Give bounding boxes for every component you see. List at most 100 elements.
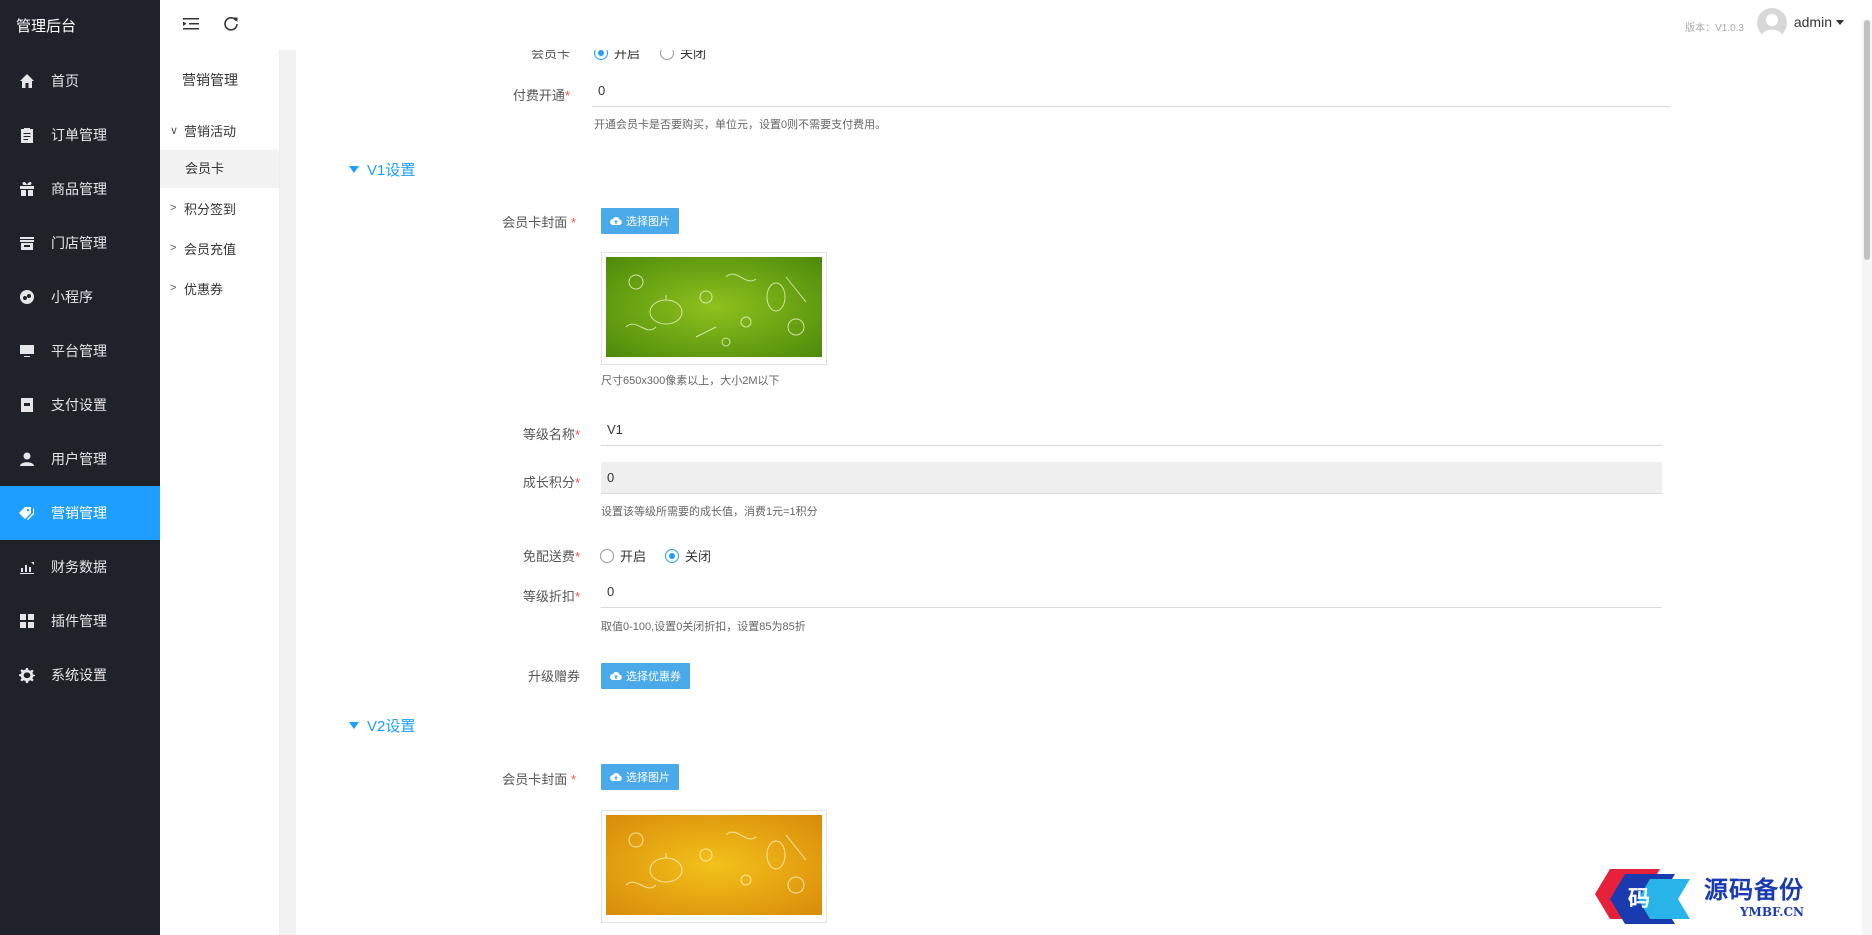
v1-choose-image-button[interactable]: 选择图片 [601, 208, 679, 234]
v1-free-delivery-on-radio[interactable]: 开启 [600, 546, 646, 565]
chevron-down-icon: ∨ [170, 124, 179, 137]
content-gutter [280, 50, 296, 935]
sidebar-item-products[interactable]: 商品管理 [0, 162, 160, 216]
sidebar-item-users[interactable]: 用户管理 [0, 432, 160, 486]
clipboard-icon [18, 126, 36, 144]
sidebar-item-label: 门店管理 [51, 235, 107, 251]
v1-cover-hint: 尺寸650x300像素以上，大小2M以下 [601, 375, 780, 387]
required-mark: * [574, 427, 580, 442]
gear-icon [18, 666, 36, 684]
sidebar-item-label: 系统设置 [51, 667, 107, 683]
label-text: 付费开通 [512, 88, 565, 103]
home-icon [18, 72, 36, 90]
secondary-sidebar: 营销管理 ∨ 营销活动 会员卡 > 积分签到 > 会员充值 > 优惠券 [160, 50, 280, 935]
subnav-item-label: 积分签到 [184, 201, 237, 217]
store-icon [18, 234, 36, 252]
sidebar-item-payment[interactable]: 支付设置 [0, 378, 160, 432]
app-brand: 管理后台 [16, 18, 77, 35]
v1-free-delivery-off-radio[interactable]: 关闭 [665, 546, 711, 565]
v1-discount-hint: 取值0-100,设置0关闭折扣，设置85为85折 [601, 621, 806, 633]
cloud-upload-icon [610, 671, 622, 681]
miniapp-icon [18, 288, 36, 306]
sidebar-item-marketing[interactable]: 营销管理 [0, 486, 160, 540]
radio-label: 开启 [620, 549, 647, 564]
label-text: 等级折扣 [522, 589, 575, 604]
vegetable-cover-orange [606, 815, 822, 915]
sidebar-item-finance[interactable]: 财务数据 [0, 540, 160, 594]
sidebar-item-label: 首页 [51, 73, 79, 89]
v1-upgrade-coupon-label: 升级赠券 [527, 669, 580, 684]
scrollbar-thumb[interactable] [1864, 20, 1870, 260]
subnav-item-coupons[interactable]: > 优惠券 [160, 268, 279, 308]
sidebar-item-platform[interactable]: 平台管理 [0, 324, 160, 378]
paid-open-hint: 开通会员卡是否要购买，单位元，设置0则不需要支付费用。 [594, 119, 887, 131]
sidebar-item-miniapp[interactable]: 小程序 [0, 270, 160, 324]
gift-icon [18, 180, 36, 198]
subnav-item-campaigns[interactable]: ∨ 营销活动 [160, 110, 279, 150]
page-scrollbar[interactable] [1862, 20, 1872, 935]
subnav-item-label: 优惠券 [184, 281, 224, 297]
button-label: 选择优惠券 [626, 671, 681, 683]
collapse-menu-icon[interactable] [180, 13, 202, 35]
sidebar-item-plugins[interactable]: 插件管理 [0, 594, 160, 648]
sidebar-item-label: 用户管理 [51, 451, 107, 467]
label-text: 等级名称 [522, 427, 575, 442]
user-icon [18, 450, 36, 468]
sidebar-item-label: 平台管理 [51, 343, 107, 359]
caret-down-icon [349, 722, 359, 729]
caret-down-icon [349, 166, 359, 173]
top-header: 版本：V1.0.3 admin [160, 0, 1872, 50]
required-mark: * [570, 215, 576, 230]
main-sidebar: 管理后台 首页 订单管理 商品管理 门店管理 小程序 平台管理 支付设置 用户管… [0, 0, 160, 935]
member-card-on-radio[interactable]: 开启 [594, 50, 640, 62]
chevron-right-icon: > [170, 202, 177, 214]
v2-choose-image-button[interactable]: 选择图片 [601, 764, 679, 790]
vegetable-cover-green [606, 257, 822, 357]
sidebar-item-orders[interactable]: 订单管理 [0, 108, 160, 162]
v2-cover-label: 会员卡封面 * [486, 769, 576, 788]
refresh-icon[interactable] [220, 13, 242, 35]
monitor-icon [18, 342, 36, 360]
subnav-item-member-recharge[interactable]: > 会员充值 [160, 228, 279, 268]
subnav-title: 营销管理 [182, 72, 238, 88]
required-mark: * [574, 589, 580, 604]
username[interactable]: admin [1794, 14, 1832, 30]
member-card-off-radio[interactable]: 关闭 [660, 50, 706, 62]
sidebar-item-settings[interactable]: 系统设置 [0, 648, 160, 702]
v1-free-delivery-label: 免配送费* [496, 546, 580, 565]
chevron-down-icon[interactable] [1836, 20, 1844, 25]
sidebar-item-label: 商品管理 [51, 181, 107, 197]
watermark-text: 源码备份 YMBF.CN [1704, 870, 1804, 919]
plugin-icon [18, 612, 36, 630]
paid-open-input[interactable]: 0 [592, 75, 1670, 107]
section-title-text: V1设置 [367, 162, 416, 179]
watermark-glyph: 码 [1628, 886, 1650, 912]
v1-section-title[interactable]: V1设置 [349, 159, 415, 180]
v1-cover-image [601, 252, 827, 365]
bar-chart-icon [18, 558, 36, 576]
subnav-item-member-card[interactable]: 会员卡 [160, 150, 279, 188]
v1-growth-label: 成长积分* [496, 472, 580, 491]
sidebar-item-home[interactable]: 首页 [0, 54, 160, 108]
v1-level-name-label: 等级名称* [496, 424, 580, 443]
v1-growth-input[interactable]: 0 [601, 462, 1662, 494]
sidebar-item-label: 订单管理 [51, 127, 107, 143]
paid-open-label: 付费开通* [496, 85, 570, 104]
watermark-logo: 码 [1595, 869, 1690, 924]
chevron-right-icon: > [170, 282, 177, 294]
sidebar-item-stores[interactable]: 门店管理 [0, 216, 160, 270]
avatar[interactable] [1757, 8, 1787, 38]
v1-discount-input[interactable]: 0 [601, 576, 1662, 608]
version-label: 版本：V1.0.3 [1685, 23, 1744, 34]
required-mark: * [574, 549, 580, 564]
v1-growth-hint: 设置该等级所需要的成长值，消费1元=1积分 [601, 506, 818, 518]
v1-choose-coupon-button[interactable]: 选择优惠券 [601, 663, 690, 689]
v1-discount-label: 等级折扣* [496, 586, 580, 605]
v2-cover-image [601, 810, 827, 923]
v1-level-name-input[interactable]: V1 [601, 414, 1662, 446]
tag-icon [18, 504, 36, 522]
button-label: 选择图片 [626, 772, 670, 784]
v2-section-title[interactable]: V2设置 [349, 715, 415, 736]
subnav-item-points-checkin[interactable]: > 积分签到 [160, 188, 279, 228]
sidebar-item-label: 插件管理 [51, 613, 107, 629]
